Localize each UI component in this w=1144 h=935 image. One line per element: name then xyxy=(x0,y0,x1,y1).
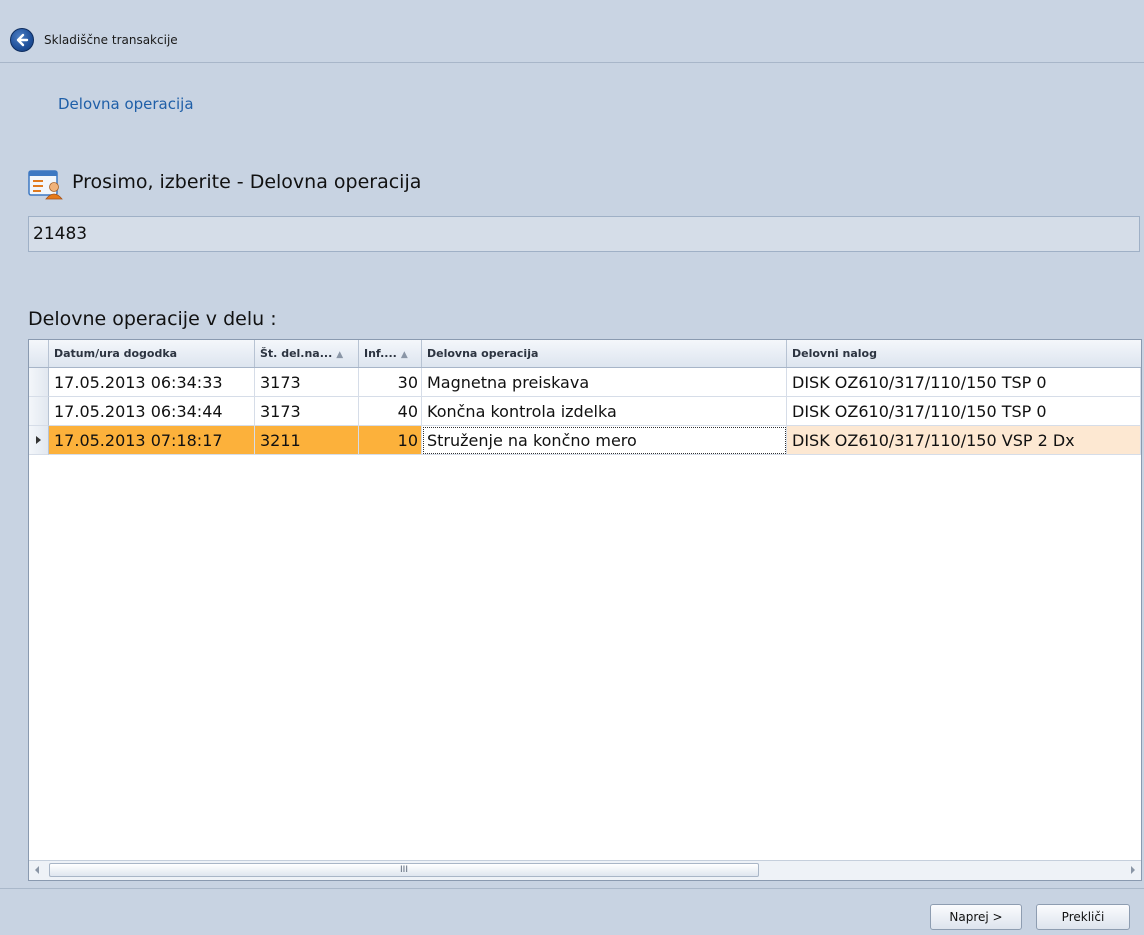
table-row[interactable]: 17.05.2013 06:34:44 3173 40 Končna kontr… xyxy=(29,397,1141,426)
cell-delovni-nalog[interactable]: DISK OZ610/317/110/150 TSP 0 xyxy=(787,397,1141,426)
back-arrow-icon xyxy=(16,33,29,47)
cell-delovna-operacija[interactable]: Končna kontrola izdelka xyxy=(422,397,787,426)
cell-datum[interactable]: 17.05.2013 06:34:33 xyxy=(49,368,255,397)
grid-section-label: Delovne operacije v delu : xyxy=(28,308,277,330)
row-indicator-header xyxy=(29,340,49,367)
cancel-button[interactable]: Prekliči xyxy=(1036,904,1130,930)
cell-delovni-nalog[interactable]: DISK OZ610/317/110/150 VSP 2 Dx xyxy=(787,426,1141,455)
next-button[interactable]: Naprej > xyxy=(930,904,1022,930)
column-header-label: Št. del.na... xyxy=(260,347,333,360)
table-row-selected[interactable]: 17.05.2013 07:18:17 3211 10 Struženje na… xyxy=(29,426,1141,455)
footer-divider xyxy=(0,888,1144,889)
scrollbar-thumb[interactable]: III xyxy=(49,863,759,877)
cell-st-del-naloga[interactable]: 3173 xyxy=(255,368,359,397)
operations-grid[interactable]: Datum/ura dogodka Št. del.na... ▲ Inf....… xyxy=(28,339,1142,881)
column-header-delovni-nalog[interactable]: Delovni nalog xyxy=(787,340,1141,367)
cell-inf[interactable]: 40 xyxy=(359,397,422,426)
scroll-right-icon[interactable] xyxy=(1131,866,1135,874)
cell-inf[interactable]: 30 xyxy=(359,368,422,397)
sort-ascending-icon: ▲ xyxy=(400,350,408,360)
column-header-delovna-operacija[interactable]: Delovna operacija xyxy=(422,340,787,367)
column-header-label: Delovna operacija xyxy=(427,347,539,360)
selection-value-field[interactable]: 21483 xyxy=(28,216,1140,252)
table-row[interactable]: 17.05.2013 06:34:33 3173 30 Magnetna pre… xyxy=(29,368,1141,397)
window-title: Skladiščne transakcije xyxy=(44,33,178,47)
cell-datum[interactable]: 17.05.2013 06:34:44 xyxy=(49,397,255,426)
row-indicator[interactable] xyxy=(29,397,49,426)
column-header-inf[interactable]: Inf.... ▲ xyxy=(359,340,422,367)
column-header-label: Datum/ura dogodka xyxy=(54,347,178,360)
back-button[interactable] xyxy=(10,28,34,52)
scroll-left-icon[interactable] xyxy=(35,866,39,874)
horizontal-scrollbar[interactable]: III xyxy=(29,860,1141,880)
prompt-heading: Prosimo, izberite - Delovna operacija xyxy=(72,171,422,193)
current-row-arrow-icon xyxy=(36,436,41,444)
row-indicator[interactable] xyxy=(29,426,49,455)
cell-delovna-operacija-focused[interactable]: Struženje na končno mero xyxy=(422,426,787,455)
cell-st-del-naloga[interactable]: 3173 xyxy=(255,397,359,426)
step-title-link[interactable]: Delovna operacija xyxy=(58,95,194,113)
cell-delovni-nalog[interactable]: DISK OZ610/317/110/150 TSP 0 xyxy=(787,368,1141,397)
title-bar: Skladiščne transakcije xyxy=(0,0,1144,63)
column-header-label: Delovni nalog xyxy=(792,347,877,360)
cell-st-del-naloga[interactable]: 3211 xyxy=(255,426,359,455)
column-header-label: Inf.... xyxy=(364,347,397,360)
row-indicator[interactable] xyxy=(29,368,49,397)
cell-datum[interactable]: 17.05.2013 07:18:17 xyxy=(49,426,255,455)
cell-inf[interactable]: 10 xyxy=(359,426,422,455)
column-header-st-del-naloga[interactable]: Št. del.na... ▲ xyxy=(255,340,359,367)
grid-header: Datum/ura dogodka Št. del.na... ▲ Inf....… xyxy=(29,340,1141,368)
sort-ascending-icon: ▲ xyxy=(336,350,344,360)
form-user-icon xyxy=(28,170,63,200)
column-header-datum[interactable]: Datum/ura dogodka xyxy=(49,340,255,367)
cell-delovna-operacija[interactable]: Magnetna preiskava xyxy=(422,368,787,397)
